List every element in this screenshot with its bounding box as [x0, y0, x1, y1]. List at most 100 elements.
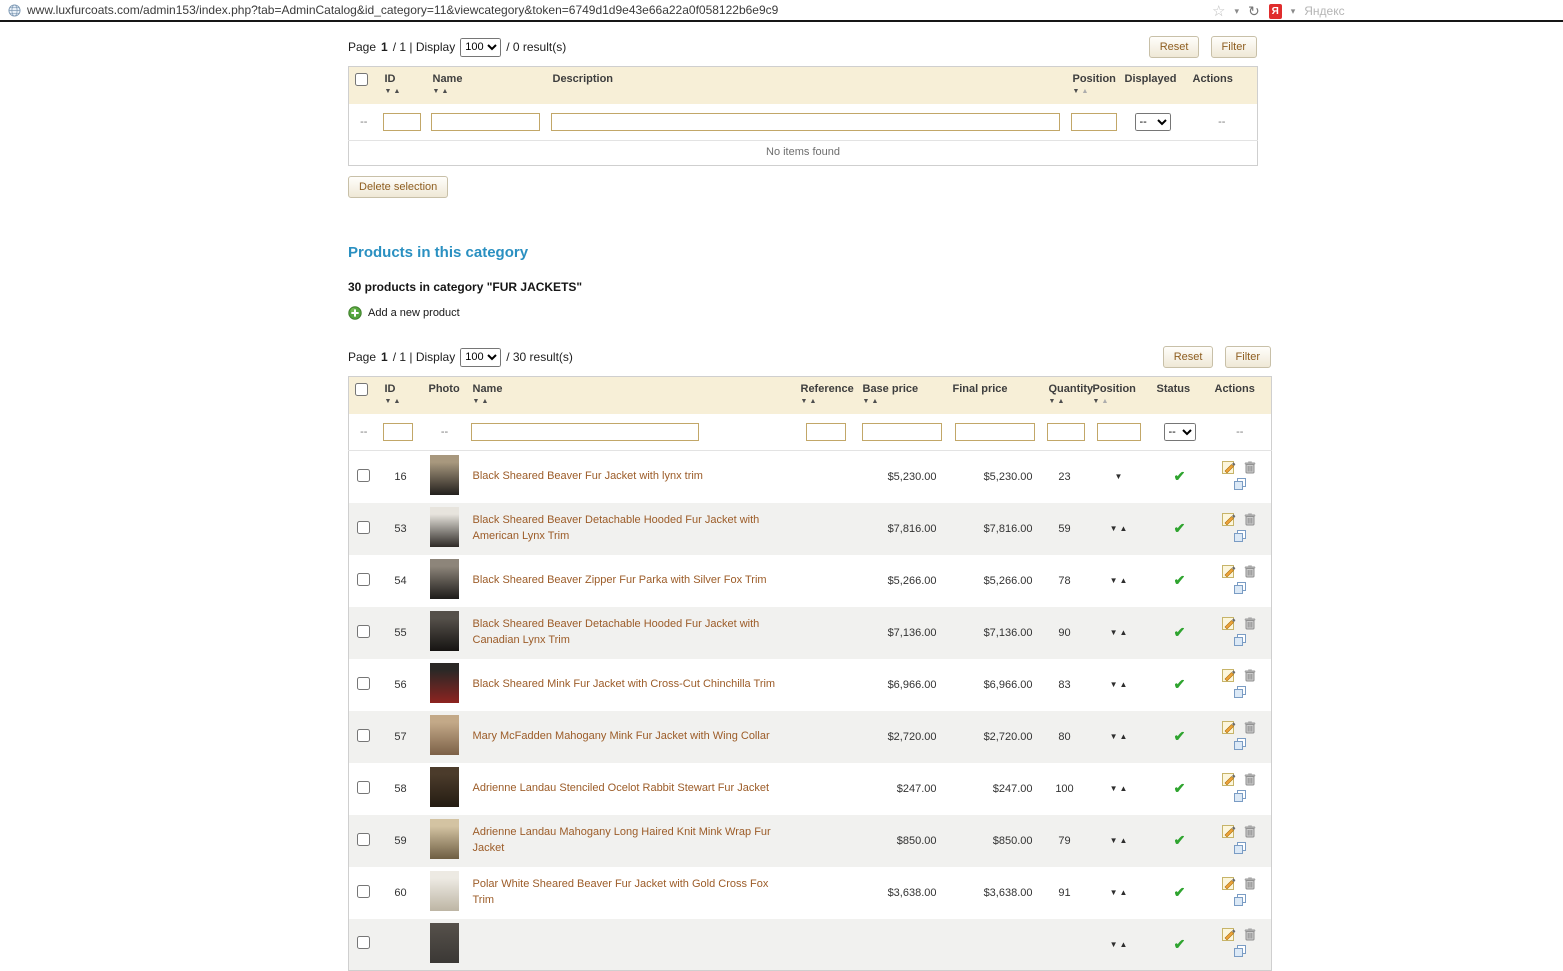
sort-asc-icon[interactable]: ▲ [1101, 398, 1108, 405]
duplicate-icon[interactable] [1233, 789, 1247, 806]
edit-icon[interactable] [1222, 616, 1236, 633]
position-up-icon[interactable]: ▲ [1120, 836, 1128, 845]
position-up-icon[interactable]: ▲ [1120, 576, 1128, 585]
sort-desc-icon[interactable]: ▼ [1073, 88, 1080, 95]
status-enabled-icon[interactable]: ✔ [1174, 572, 1186, 588]
position-down-icon[interactable]: ▼ [1110, 836, 1118, 845]
select-all-checkbox[interactable] [355, 383, 368, 396]
position-up-icon[interactable]: ▲ [1120, 628, 1128, 637]
edit-icon[interactable] [1222, 564, 1236, 581]
filter-displayed-select[interactable]: -- [1134, 112, 1171, 131]
url-text[interactable]: www.luxfurcoats.com/admin153/index.php?t… [27, 3, 778, 17]
filter-button[interactable]: Filter [1210, 36, 1257, 58]
row-checkbox[interactable] [357, 936, 371, 950]
position-up-icon[interactable]: ▲ [1120, 680, 1128, 689]
filter-description-input[interactable] [550, 112, 1060, 131]
select-all-checkbox[interactable] [355, 73, 368, 86]
position-down-icon[interactable]: ▼ [1115, 472, 1123, 481]
position-up-icon[interactable]: ▲ [1120, 732, 1128, 741]
position-up-icon[interactable]: ▲ [1120, 940, 1128, 949]
status-enabled-icon[interactable]: ✔ [1174, 624, 1186, 640]
delete-icon[interactable] [1243, 720, 1257, 737]
position-down-icon[interactable]: ▼ [1110, 940, 1118, 949]
filter-button[interactable]: Filter [1224, 346, 1271, 368]
delete-icon[interactable] [1243, 668, 1257, 685]
refresh-icon[interactable]: ↻ [1248, 4, 1260, 18]
position-down-icon[interactable]: ▼ [1110, 576, 1118, 585]
duplicate-icon[interactable] [1233, 633, 1247, 650]
edit-icon[interactable] [1222, 460, 1236, 477]
edit-icon[interactable] [1222, 927, 1236, 944]
filter-status-select[interactable]: -- [1163, 422, 1196, 441]
filter-name-input[interactable] [470, 422, 699, 441]
duplicate-icon[interactable] [1233, 529, 1247, 546]
position-down-icon[interactable]: ▼ [1110, 628, 1118, 637]
sort-desc-icon[interactable]: ▼ [1093, 398, 1100, 405]
edit-icon[interactable] [1222, 512, 1236, 529]
filter-id-input[interactable] [382, 112, 421, 131]
duplicate-icon[interactable] [1233, 737, 1247, 754]
status-enabled-icon[interactable]: ✔ [1174, 468, 1186, 484]
row-checkbox[interactable] [357, 520, 371, 534]
position-up-icon[interactable]: ▲ [1120, 524, 1128, 533]
duplicate-icon[interactable] [1233, 477, 1247, 494]
sort-desc-icon[interactable]: ▼ [473, 398, 480, 405]
filter-final-price-input[interactable] [954, 422, 1035, 441]
delete-icon[interactable] [1243, 616, 1257, 633]
sort-desc-icon[interactable]: ▼ [1049, 398, 1056, 405]
sort-asc-icon[interactable]: ▲ [871, 398, 878, 405]
sort-asc-icon[interactable]: ▲ [809, 398, 816, 405]
product-name-link[interactable]: Adrienne Landau Stenciled Ocelot Rabbit … [473, 781, 770, 796]
sort-desc-icon[interactable]: ▼ [385, 398, 392, 405]
position-down-icon[interactable]: ▼ [1110, 784, 1118, 793]
duplicate-icon[interactable] [1233, 944, 1247, 961]
product-name-link[interactable]: Black Sheared Mink Fur Jacket with Cross… [473, 677, 776, 692]
status-enabled-icon[interactable]: ✔ [1174, 936, 1186, 952]
status-enabled-icon[interactable]: ✔ [1174, 728, 1186, 744]
delete-icon[interactable] [1243, 876, 1257, 893]
display-count-select[interactable]: 100 [460, 347, 502, 367]
position-down-icon[interactable]: ▼ [1110, 524, 1118, 533]
sort-asc-icon[interactable]: ▲ [1081, 88, 1088, 95]
sort-asc-icon[interactable]: ▲ [393, 88, 400, 95]
sort-asc-icon[interactable]: ▲ [481, 398, 488, 405]
filter-position-input[interactable] [1070, 112, 1117, 131]
yandex-icon[interactable]: Я [1268, 3, 1282, 19]
duplicate-icon[interactable] [1233, 841, 1247, 858]
product-name-link[interactable]: Black Sheared Beaver Fur Jacket with lyn… [473, 469, 703, 484]
delete-icon[interactable] [1243, 564, 1257, 581]
delete-icon[interactable] [1243, 927, 1257, 944]
delete-icon[interactable] [1243, 824, 1257, 841]
filter-base-price-input[interactable] [861, 422, 942, 441]
delete-icon[interactable] [1243, 512, 1257, 529]
product-name-link[interactable]: Black Sheared Beaver Detachable Hooded F… [473, 617, 789, 648]
add-product-link[interactable]: Add a new product [348, 306, 460, 320]
filter-reference-input[interactable] [805, 422, 846, 441]
favorites-star-icon[interactable]: ☆ [1212, 4, 1225, 19]
row-checkbox[interactable] [357, 728, 371, 742]
position-up-icon[interactable]: ▲ [1120, 784, 1128, 793]
duplicate-icon[interactable] [1233, 581, 1247, 598]
edit-icon[interactable] [1222, 720, 1236, 737]
row-checkbox[interactable] [357, 780, 371, 794]
edit-icon[interactable] [1222, 876, 1236, 893]
delete-selection-button[interactable]: Delete selection [348, 176, 449, 198]
product-name-link[interactable]: Mary McFadden Mahogany Mink Fur Jacket w… [473, 729, 770, 744]
edit-icon[interactable] [1222, 772, 1236, 789]
filter-quantity-input[interactable] [1046, 422, 1085, 441]
sort-asc-icon[interactable]: ▲ [441, 88, 448, 95]
sort-desc-icon[interactable]: ▼ [863, 398, 870, 405]
edit-icon[interactable] [1222, 824, 1236, 841]
reset-button[interactable]: Reset [1162, 346, 1214, 368]
yandex-dropdown-icon[interactable]: ▾ [1291, 6, 1296, 16]
position-down-icon[interactable]: ▼ [1110, 888, 1118, 897]
yandex-label[interactable]: Яндекс [1304, 4, 1344, 18]
position-up-icon[interactable]: ▲ [1120, 888, 1128, 897]
duplicate-icon[interactable] [1233, 685, 1247, 702]
status-enabled-icon[interactable]: ✔ [1174, 884, 1186, 900]
row-checkbox[interactable] [357, 572, 371, 586]
status-enabled-icon[interactable]: ✔ [1174, 520, 1186, 536]
status-enabled-icon[interactable]: ✔ [1174, 676, 1186, 692]
sort-asc-icon[interactable]: ▲ [1057, 398, 1064, 405]
row-checkbox[interactable] [357, 832, 371, 846]
